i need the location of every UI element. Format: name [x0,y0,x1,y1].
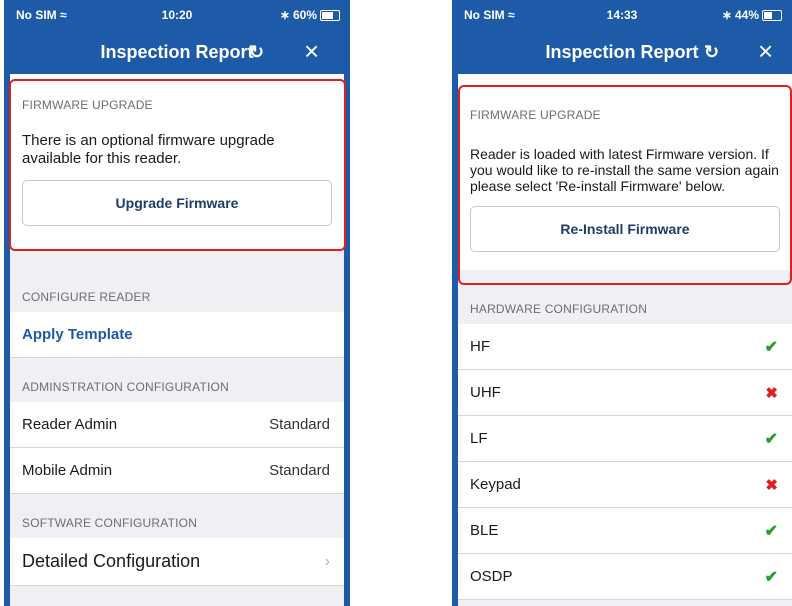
close-icon[interactable]: × [304,38,319,64]
battery-indicator: ∗ 60% [280,8,340,22]
firmware-description: There is an optional firmware upgrade av… [22,132,275,167]
configure-section-header: CONFIGURE READER [22,290,151,304]
hardware-row-osdp: OSDP ✔ [458,554,792,600]
chevron-right-icon: › [324,552,330,570]
page-title: Inspection Report [545,42,699,62]
hardware-row-hf: HF ✔ [458,324,792,370]
apply-template-link[interactable]: Apply Template [22,326,330,343]
firmware-section: There is an optional firmware upgrade av… [10,112,344,250]
battery-indicator: ∗ 44% [722,8,782,22]
phone-screen-left: No SIM ≈ 10:20 ∗ 60% Inspection Report ↻… [4,0,350,606]
refresh-icon[interactable]: ↻ [249,42,264,63]
status-bar: No SIM ≈ 10:20 ∗ 60% [4,0,350,30]
battery-icon [320,9,340,21]
software-section-header: SOFTWARE CONFIGURATION [22,516,198,530]
hardware-list: HF ✔ UHF ✖ LF ✔ Keypad ✖ BLE ✔ OSDP ✔ [458,324,792,600]
check-icon: ✔ [764,338,778,356]
nav-bar: Inspection Report ↻ × [4,30,350,74]
apply-template-row[interactable]: Apply Template [10,312,344,358]
bluetooth-icon: ∗ [279,8,290,22]
hardware-section-header: HARDWARE CONFIGURATION [470,302,648,316]
check-icon: ✔ [764,568,778,586]
reinstall-firmware-button[interactable]: Re-Install Firmware [470,206,780,252]
report-content: FIRMWARE UPGRADE Reader is loaded with l… [458,74,792,606]
phone-screen-right: No SIM ≈ 14:33 ∗ 44% Inspection Report ↻… [452,0,792,606]
firmware-section: Reader is loaded with latest Firmware ve… [458,122,792,270]
firmware-section-header: FIRMWARE UPGRADE [10,74,344,112]
check-icon: ✔ [764,430,778,448]
battery-icon [762,9,782,21]
cross-icon: ✖ [765,384,778,402]
battery-percent: 44% [734,8,759,22]
upgrade-firmware-button[interactable]: Upgrade Firmware [22,180,332,226]
page-title: Inspection Report [100,42,254,62]
detailed-configuration-row[interactable]: Detailed Configuration › [10,538,344,586]
report-content: FIRMWARE UPGRADE There is an optional fi… [10,74,344,606]
close-icon[interactable]: × [758,38,773,64]
nav-bar: Inspection Report ↻ × [452,30,792,74]
admin-section-header: ADMINSTRATION CONFIGURATION [22,380,229,394]
status-bar: No SIM ≈ 14:33 ∗ 44% [452,0,792,30]
hardware-row-uhf: UHF ✖ [458,370,792,416]
hardware-row-lf: LF ✔ [458,416,792,462]
hardware-row-ble: BLE ✔ [458,508,792,554]
check-icon: ✔ [764,522,778,540]
firmware-section-header: FIRMWARE UPGRADE [458,74,792,122]
firmware-description: Reader is loaded with latest Firmware ve… [470,146,779,194]
battery-percent: 60% [292,8,317,22]
refresh-icon[interactable]: ↻ [704,42,719,63]
hardware-row-keypad: Keypad ✖ [458,462,792,508]
cross-icon: ✖ [765,476,778,494]
reader-admin-row[interactable]: Reader Admin Standard [10,402,344,448]
mobile-admin-row[interactable]: Mobile Admin Standard [10,448,344,494]
bluetooth-icon: ∗ [721,8,732,22]
